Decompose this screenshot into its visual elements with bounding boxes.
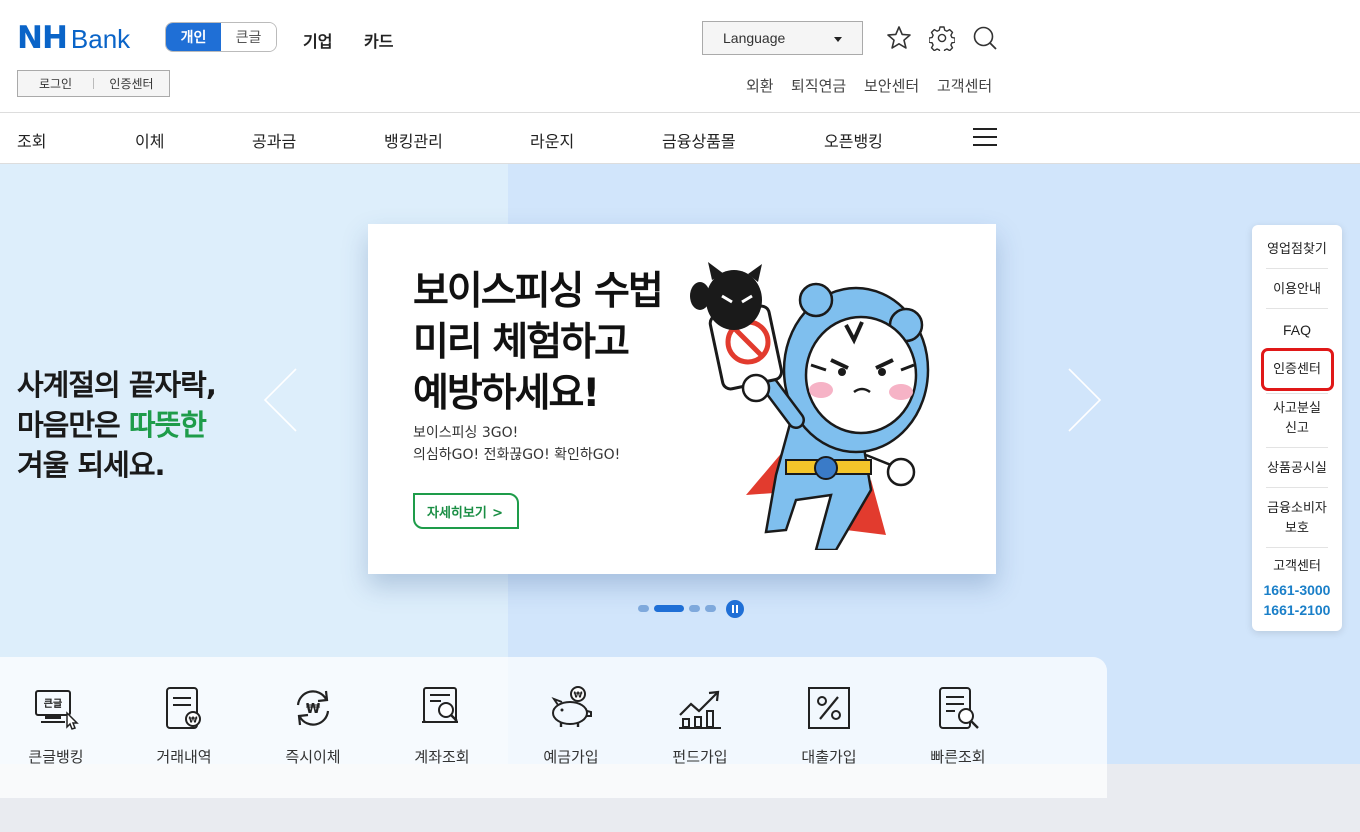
chevron-right-icon: > [492,506,503,521]
nav-financial-mall[interactable]: 금융상품몰 [662,128,736,152]
quick-label: 예금가입 [543,748,599,766]
language-label: Language [723,30,786,46]
slogan-line3: 겨울 되세요. [17,448,166,482]
banner-title: 보이스피싱 수법 미리 체험하고 예방하세요! [413,269,664,416]
side-item-faq[interactable]: FAQ [1260,320,1334,340]
slogan-line2: 마음만은 따뜻한 [17,408,207,442]
piggy-bank-icon: ₩ [551,686,592,727]
cert-center-highlight-box [1261,348,1334,391]
quick-label: 빠른조회 [930,748,986,766]
document-search-icon [939,687,979,729]
main-nav: 조회 이체 공과금 뱅킹관리 라운지 금융상품몰 오픈뱅킹 [0,113,1360,164]
search-icon[interactable] [972,25,998,51]
hero-slogan: 사계절의 끝자락, 마음만은 따뜻한 겨울 되세요. [17,365,217,485]
phone-number-2[interactable]: 1661-2100 [1260,600,1334,620]
document-won-icon: ₩ [166,687,201,729]
quick-instant-transfer[interactable]: ₩ 즉시이체 [257,657,369,798]
svg-text:큰글: 큰글 [44,698,62,710]
util-link-support[interactable]: 고객센터 [937,75,992,96]
quick-deposit-signup[interactable]: ₩ 예금가입 [515,657,627,798]
logo-bank: Bank [70,24,131,54]
banner-card[interactable]: 보이스피싱 수법 미리 체험하고 예방하세요! 보이스피싱 3GO! 의심하GO… [368,224,996,574]
login-button[interactable]: 로그인 [18,75,93,92]
quick-fast-inquiry[interactable]: 빠른조회 [902,657,1014,798]
mode-switch: 개인 큰글 [165,22,277,52]
quick-loan-signup[interactable]: 대출가입 [773,657,885,798]
side-item-incident-report[interactable]: 사고분실 신고 [1260,399,1334,439]
language-select[interactable]: Language [702,21,863,55]
logo-nh: NH [17,20,68,56]
quick-label: 거래내역 [156,748,212,766]
tab-personal[interactable]: 개인 [166,23,221,51]
slide-dot-3[interactable] [689,605,700,612]
util-link-security[interactable]: 보안센터 [864,75,919,96]
quick-service-bar: 큰글 큰글뱅킹 ₩ 거래내역 ₩ 즉시이체 계좌조회 ₩ 예금가입 펀드가입 대… [0,657,1107,798]
caret-down-icon [834,37,842,42]
util-link-pension[interactable]: 퇴직연금 [791,75,846,96]
nav-open-banking[interactable]: 오픈뱅킹 [824,128,883,152]
slogan-highlight: 따뜻한 [128,408,207,442]
side-quick-menu: 영업점찾기 이용안내 FAQ 인증센터 사고분실 신고 상품공시실 금융소비자 … [1252,225,1342,631]
quick-label: 큰글뱅킹 [28,748,84,766]
prev-slide-arrow-icon[interactable] [262,367,298,433]
svg-text:₩: ₩ [306,702,321,717]
nav-banking-management[interactable]: 뱅킹관리 [384,128,443,152]
quick-account-inquiry[interactable]: 계좌조회 [386,657,498,798]
quick-fund-signup[interactable]: 펀드가입 [644,657,756,798]
slide-dot-1[interactable] [638,605,649,612]
util-link-fx[interactable]: 외환 [746,75,774,96]
side-item-consumer-protection[interactable]: 금융소비자 보호 [1260,499,1334,539]
nav-lounge[interactable]: 라운지 [530,128,574,152]
details-button[interactable]: 자세히보기 > [413,493,519,529]
next-slide-arrow-icon[interactable] [1067,367,1103,433]
side-item-product-disclosure[interactable]: 상품공시실 [1260,459,1334,479]
nav-inquiry[interactable]: 조회 [17,128,46,152]
tab-large-font[interactable]: 큰글 [221,23,276,51]
pause-icon[interactable] [726,600,744,618]
slogan-line1: 사계절의 끝자락, [17,368,217,402]
phone-number-1[interactable]: 1661-3000 [1260,580,1334,600]
quick-large-font-banking[interactable]: 큰글 큰글뱅킹 [0,657,112,798]
nav-utility-bills[interactable]: 공과금 [252,128,296,152]
slide-dot-2-active[interactable] [654,605,684,612]
slide-dot-4[interactable] [705,605,716,612]
monitor-search-icon [422,687,458,723]
tiger-hero-mascot-illustration [690,262,930,550]
quick-label: 펀드가입 [672,748,728,766]
refresh-won-icon: ₩ [296,690,330,726]
login-group: 로그인 인증센터 [17,70,170,97]
svg-text:₩: ₩ [189,716,198,725]
hamburger-menu-icon[interactable] [973,128,997,148]
quick-label: 대출가입 [801,748,857,766]
nh-bank-logo[interactable]: NH Bank [17,22,130,55]
header: NH Bank 개인 큰글 기업 카드 로그인 인증센터 Language 외환… [0,0,1360,113]
menu-corporate[interactable]: 기업 [303,28,332,52]
percent-icon [808,687,850,729]
quick-transaction-history[interactable]: ₩ 거래내역 [128,657,240,798]
cert-center-button[interactable]: 인증센터 [94,75,169,92]
star-icon[interactable] [886,25,912,51]
quick-label: 즉시이체 [285,748,341,766]
side-item-customer-center[interactable]: 고객센터 [1260,557,1334,577]
svg-text:₩: ₩ [574,691,583,700]
large-font-monitor-icon: 큰글 [35,690,79,730]
side-item-user-guide[interactable]: 이용안내 [1260,280,1334,300]
side-item-branch-finder[interactable]: 영업점찾기 [1260,240,1334,260]
banner-subtitle: 보이스피싱 3GO! 의심하GO! 전화끊GO! 확인하GO! [413,425,621,463]
quick-label: 계좌조회 [414,748,470,766]
nav-transfer[interactable]: 이체 [135,128,164,152]
growth-chart-icon [679,690,721,729]
menu-card[interactable]: 카드 [364,28,393,52]
gear-icon[interactable] [929,25,955,51]
